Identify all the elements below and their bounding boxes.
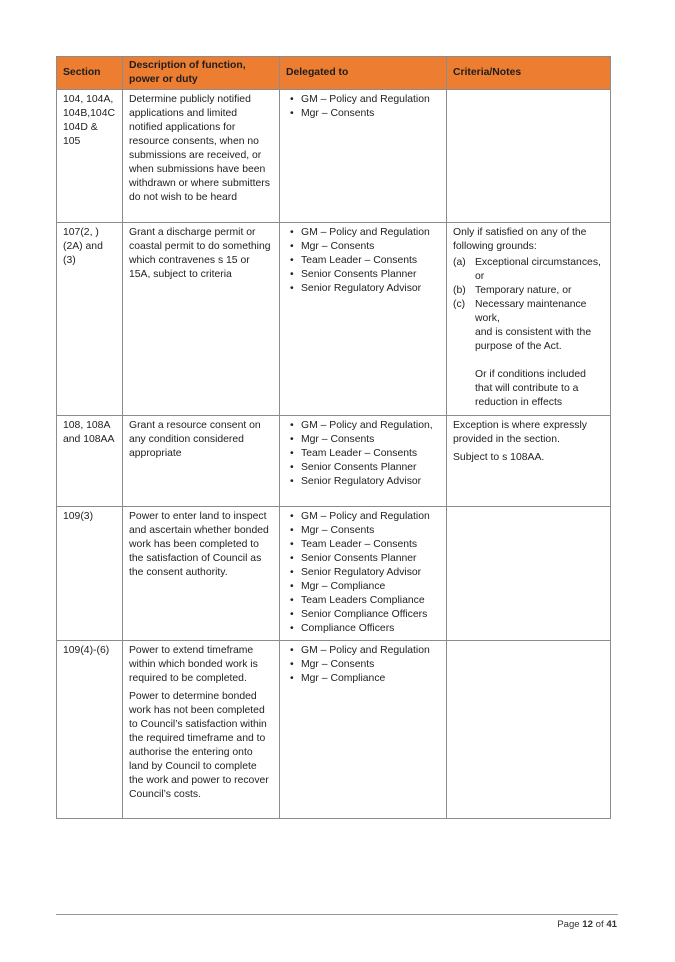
cell-delegated-to: GM – Policy and Regulation Mgr – Consent…	[279, 222, 447, 416]
cell-criteria: Exception is where expressly provided in…	[446, 415, 611, 507]
ground-label: (a)	[453, 257, 466, 268]
delegate-item: Mgr – Compliance	[290, 672, 440, 686]
cell-description: Grant a discharge permit or coastal perm…	[122, 222, 280, 416]
cell-delegated-to: GM – Policy and Regulation Mgr – Consent…	[279, 506, 447, 641]
criteria-grounds-list: (a) Exceptional circumstances, or (b) Te…	[453, 256, 604, 326]
cell-criteria	[446, 89, 611, 223]
criteria-ground-item: (a) Exceptional circumstances, or	[453, 256, 604, 284]
ground-text: Necessary maintenance work,	[475, 299, 587, 324]
delegate-item: GM – Policy and Regulation	[290, 226, 440, 240]
cell-criteria: Only if satisfied on any of the followin…	[446, 222, 611, 416]
delegate-list: GM – Policy and Regulation Mgr – Consent…	[286, 226, 440, 296]
delegate-item: Senior Regulatory Advisor	[290, 566, 440, 580]
criteria-alternative-note: Or if conditions included that will cont…	[475, 369, 586, 408]
delegate-item: Team Leader – Consents	[290, 447, 440, 461]
criteria-paragraph: Exception is where expressly provided in…	[453, 420, 587, 445]
delegations-table: Section Description of function, power o…	[56, 56, 611, 819]
delegate-item: Senior Regulatory Advisor	[290, 282, 440, 296]
document-page: Section Description of function, power o…	[0, 0, 675, 962]
delegate-item: Compliance Officers	[290, 622, 440, 636]
delegate-item: GM – Policy and Regulation	[290, 510, 440, 524]
delegate-list: GM – Policy and Regulation Mgr – Consent…	[286, 510, 440, 636]
ground-text: Exceptional circumstances, or	[475, 257, 601, 282]
delegate-item: Mgr – Consents	[290, 107, 440, 121]
current-page-number: 12	[582, 919, 593, 930]
table-row: 108, 108A and 108AA Grant a resource con…	[56, 415, 611, 507]
page-label: Page	[557, 919, 580, 930]
page-number-footer: Page 12 of 41	[557, 919, 617, 930]
delegate-item: Mgr – Consents	[290, 658, 440, 672]
cell-delegated-to: GM – Policy and Regulation Mgr – Consent…	[279, 89, 447, 223]
table-header-row: Section Description of function, power o…	[56, 56, 611, 90]
description-paragraph: Grant a resource consent on any conditio…	[129, 420, 261, 459]
description-paragraph: Determine publicly notified applications…	[129, 94, 270, 203]
table-row: 109(4)-(6) Power to extend timeframe wit…	[56, 640, 611, 819]
cell-criteria	[446, 506, 611, 641]
cell-delegated-to: GM – Policy and Regulation, Mgr – Consen…	[279, 415, 447, 507]
delegate-item: Team Leaders Compliance	[290, 594, 440, 608]
delegate-item: Senior Consents Planner	[290, 268, 440, 282]
ground-label: (b)	[453, 285, 466, 296]
cell-section: 107(2, )(2A) and (3)	[56, 222, 123, 416]
delegate-item: GM – Policy and Regulation	[290, 644, 440, 658]
total-pages: 41	[606, 919, 617, 930]
delegate-item: Team Leader – Consents	[290, 538, 440, 552]
table-row: 107(2, )(2A) and (3) Grant a discharge p…	[56, 222, 611, 416]
delegate-list: GM – Policy and Regulation, Mgr – Consen…	[286, 419, 440, 489]
delegate-item: Senior Consents Planner	[290, 461, 440, 475]
header-delegated-to: Delegated to	[279, 56, 447, 90]
delegate-item: Senior Compliance Officers	[290, 608, 440, 622]
cell-section: 109(4)-(6)	[56, 640, 123, 819]
header-criteria: Criteria/Notes	[446, 56, 611, 90]
delegate-list: GM – Policy and Regulation Mgr – Consent…	[286, 93, 440, 121]
criteria-ground-item: (b) Temporary nature, or	[453, 284, 604, 298]
criteria-ground-item: (c) Necessary maintenance work,	[453, 298, 604, 326]
cell-description: Grant a resource consent on any conditio…	[122, 415, 280, 507]
delegate-item: Senior Consents Planner	[290, 552, 440, 566]
ground-label: (c)	[453, 299, 466, 310]
delegate-item: Mgr – Consents	[290, 433, 440, 447]
delegate-list: GM – Policy and Regulation Mgr – Consent…	[286, 644, 440, 686]
description-paragraph: Power to determine bonded work has not b…	[129, 691, 269, 800]
criteria-intro: Only if satisfied on any of the followin…	[453, 227, 587, 252]
description-paragraph: Power to extend timeframe within which b…	[129, 645, 258, 684]
of-label: of	[595, 919, 604, 930]
delegate-item: Mgr – Compliance	[290, 580, 440, 594]
delegate-item: Mgr – Consents	[290, 240, 440, 254]
table-row: 109(3) Power to enter land to inspect an…	[56, 506, 611, 641]
cell-delegated-to: GM – Policy and Regulation Mgr – Consent…	[279, 640, 447, 819]
delegate-item: GM – Policy and Regulation,	[290, 419, 440, 433]
delegate-item: Team Leader – Consents	[290, 254, 440, 268]
table-row: 104, 104A, 104B,104C 104D & 105 Determin…	[56, 89, 611, 223]
cell-description: Power to enter land to inspect and ascer…	[122, 506, 280, 641]
delegate-item: Mgr – Consents	[290, 524, 440, 538]
header-section: Section	[56, 56, 123, 90]
criteria-paragraph: Subject to s 108AA.	[453, 452, 545, 463]
footer-divider	[56, 914, 618, 915]
criteria-consistent-note: and is consistent with the purpose of th…	[475, 327, 592, 352]
cell-section: 108, 108A and 108AA	[56, 415, 123, 507]
cell-description: Power to extend timeframe within which b…	[122, 640, 280, 819]
delegate-item: GM – Policy and Regulation	[290, 93, 440, 107]
cell-criteria	[446, 640, 611, 819]
delegate-item: Senior Regulatory Advisor	[290, 475, 440, 489]
ground-text: Temporary nature, or	[475, 285, 572, 296]
cell-description: Determine publicly notified applications…	[122, 89, 280, 223]
cell-section: 104, 104A, 104B,104C 104D & 105	[56, 89, 123, 223]
cell-section: 109(3)	[56, 506, 123, 641]
header-description: Description of function, power or duty	[122, 56, 280, 90]
description-paragraph: Grant a discharge permit or coastal perm…	[129, 227, 271, 280]
description-paragraph: Power to enter land to inspect and ascer…	[129, 511, 269, 578]
